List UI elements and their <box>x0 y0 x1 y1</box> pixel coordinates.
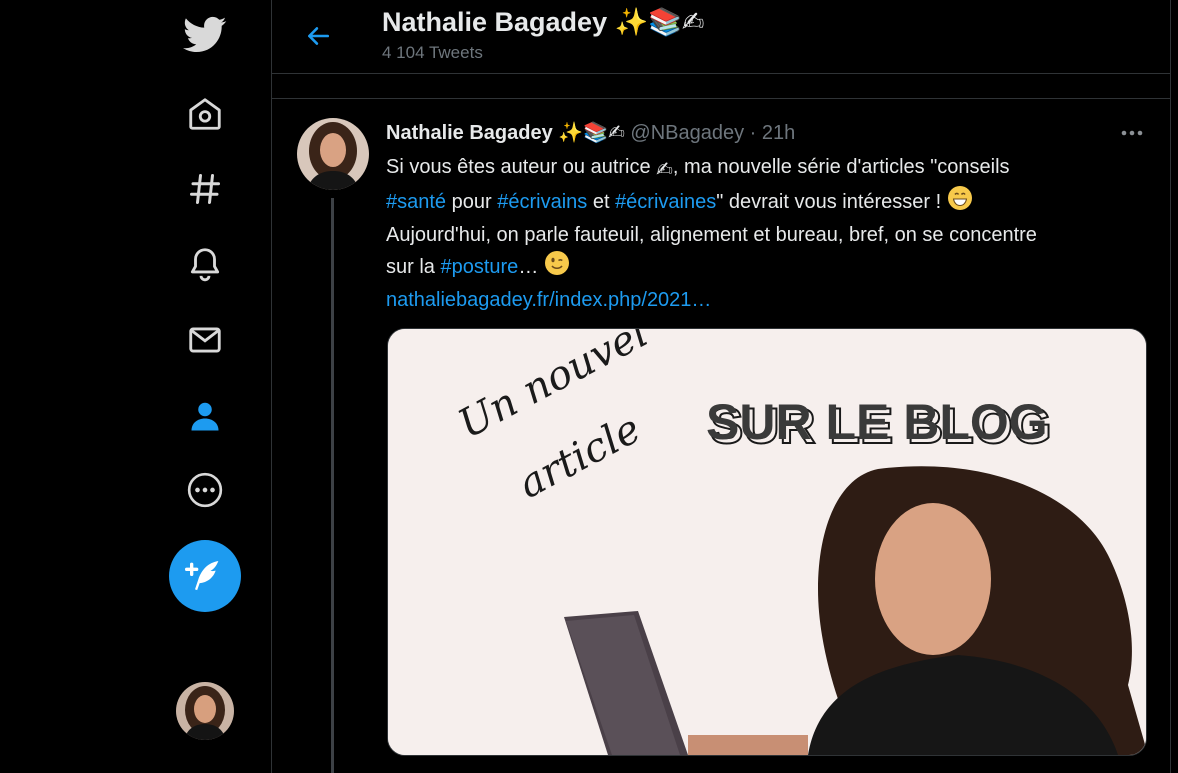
text-segment: pour <box>446 191 498 213</box>
more-dots-icon <box>1121 130 1143 136</box>
tweet-line-4: sur la #posture… <box>386 250 1146 285</box>
text-segment: … <box>518 256 544 278</box>
tweet-line-2: #santé pour #écrivains et #écrivaines" d… <box>386 185 1146 220</box>
title-emoji: ✨📚✍ <box>614 7 705 37</box>
author-name[interactable]: Nathalie Bagadey ✨📚✍ <box>386 122 625 144</box>
twitter-logo-icon[interactable] <box>168 0 242 70</box>
writing-hand-emoji-icon: ✍ <box>656 159 673 181</box>
explore-hash-icon[interactable] <box>168 152 242 226</box>
text-segment: , ma nouvelle série d'articles "conseils <box>672 156 1010 178</box>
tweet-header: Nathalie Bagadey ✨📚✍ @NBagadey · 21h <box>386 120 795 145</box>
text-segment: et <box>587 191 616 213</box>
page-title-text: Nathalie Bagadey <box>382 7 608 37</box>
article-link[interactable]: nathaliebagadey.fr/index.php/2021… <box>386 289 711 311</box>
notifications-bell-icon[interactable] <box>168 227 242 301</box>
text-segment: sur la <box>386 256 441 278</box>
author-handle[interactable]: @NBagadey · 21h <box>630 122 795 144</box>
tweet-media-image[interactable]: Un nouvel article SUR LE BLOG SUR LE BLO… <box>387 328 1147 756</box>
tweet-line-1: Si vous êtes auteur ou autrice ✍, ma nou… <box>386 152 1146 185</box>
profile-icon[interactable] <box>168 380 242 454</box>
page-title: Nathalie Bagadey ✨📚✍ <box>382 6 704 38</box>
sidebar-nav <box>0 0 272 773</box>
text-segment: " devrait vous intéresser ! <box>716 191 947 213</box>
profile-header: Nathalie Bagadey ✨📚✍ 4 104 Tweets <box>272 0 1170 74</box>
account-avatar[interactable] <box>176 682 234 740</box>
messages-envelope-icon[interactable] <box>168 303 242 377</box>
tweet-line-3: Aujourd'hui, on parle fauteuil, aligneme… <box>386 224 1037 246</box>
section-divider <box>272 74 1170 99</box>
tweet-text: Si vous êtes auteur ou autrice ✍, ma nou… <box>386 152 1146 315</box>
compose-feather-icon <box>185 561 219 591</box>
compose-tweet-button[interactable] <box>169 540 241 612</box>
hashtag-ecrivains[interactable]: #écrivains <box>497 191 587 213</box>
tweet-more-button[interactable] <box>1119 125 1145 141</box>
wink-emoji-icon <box>544 250 570 285</box>
home-icon[interactable] <box>168 77 242 151</box>
hashtag-ecrivaines[interactable]: #écrivaines <box>615 191 716 213</box>
hashtag-posture[interactable]: #posture <box>440 256 518 278</box>
text-segment: Si vous êtes auteur ou autrice <box>386 156 657 178</box>
tweet-count: 4 104 Tweets <box>382 43 483 62</box>
back-button[interactable] <box>300 18 336 54</box>
tweet-author-avatar[interactable] <box>297 118 369 190</box>
more-circle-icon[interactable] <box>168 453 242 527</box>
hashtag-sante[interactable]: #santé <box>386 191 446 213</box>
author-handle-text: @NBagadey <box>630 122 745 144</box>
back-arrow-icon <box>308 27 330 45</box>
grin-emoji-icon <box>947 185 973 220</box>
tweet-time: 21h <box>761 122 796 144</box>
separator: · <box>744 122 762 144</box>
tweet-line-5: nathaliebagadey.fr/index.php/2021… <box>386 285 1146 315</box>
profile-timeline: Nathalie Bagadey ✨📚✍ 4 104 Tweets Nathal… <box>272 0 1171 773</box>
media-headline-shadow: SUR LE BLOG <box>706 394 1048 450</box>
thread-line <box>331 198 334 773</box>
author-name-text: Nathalie Bagadey <box>386 122 553 144</box>
author-emoji: ✨📚✍ <box>558 122 625 144</box>
